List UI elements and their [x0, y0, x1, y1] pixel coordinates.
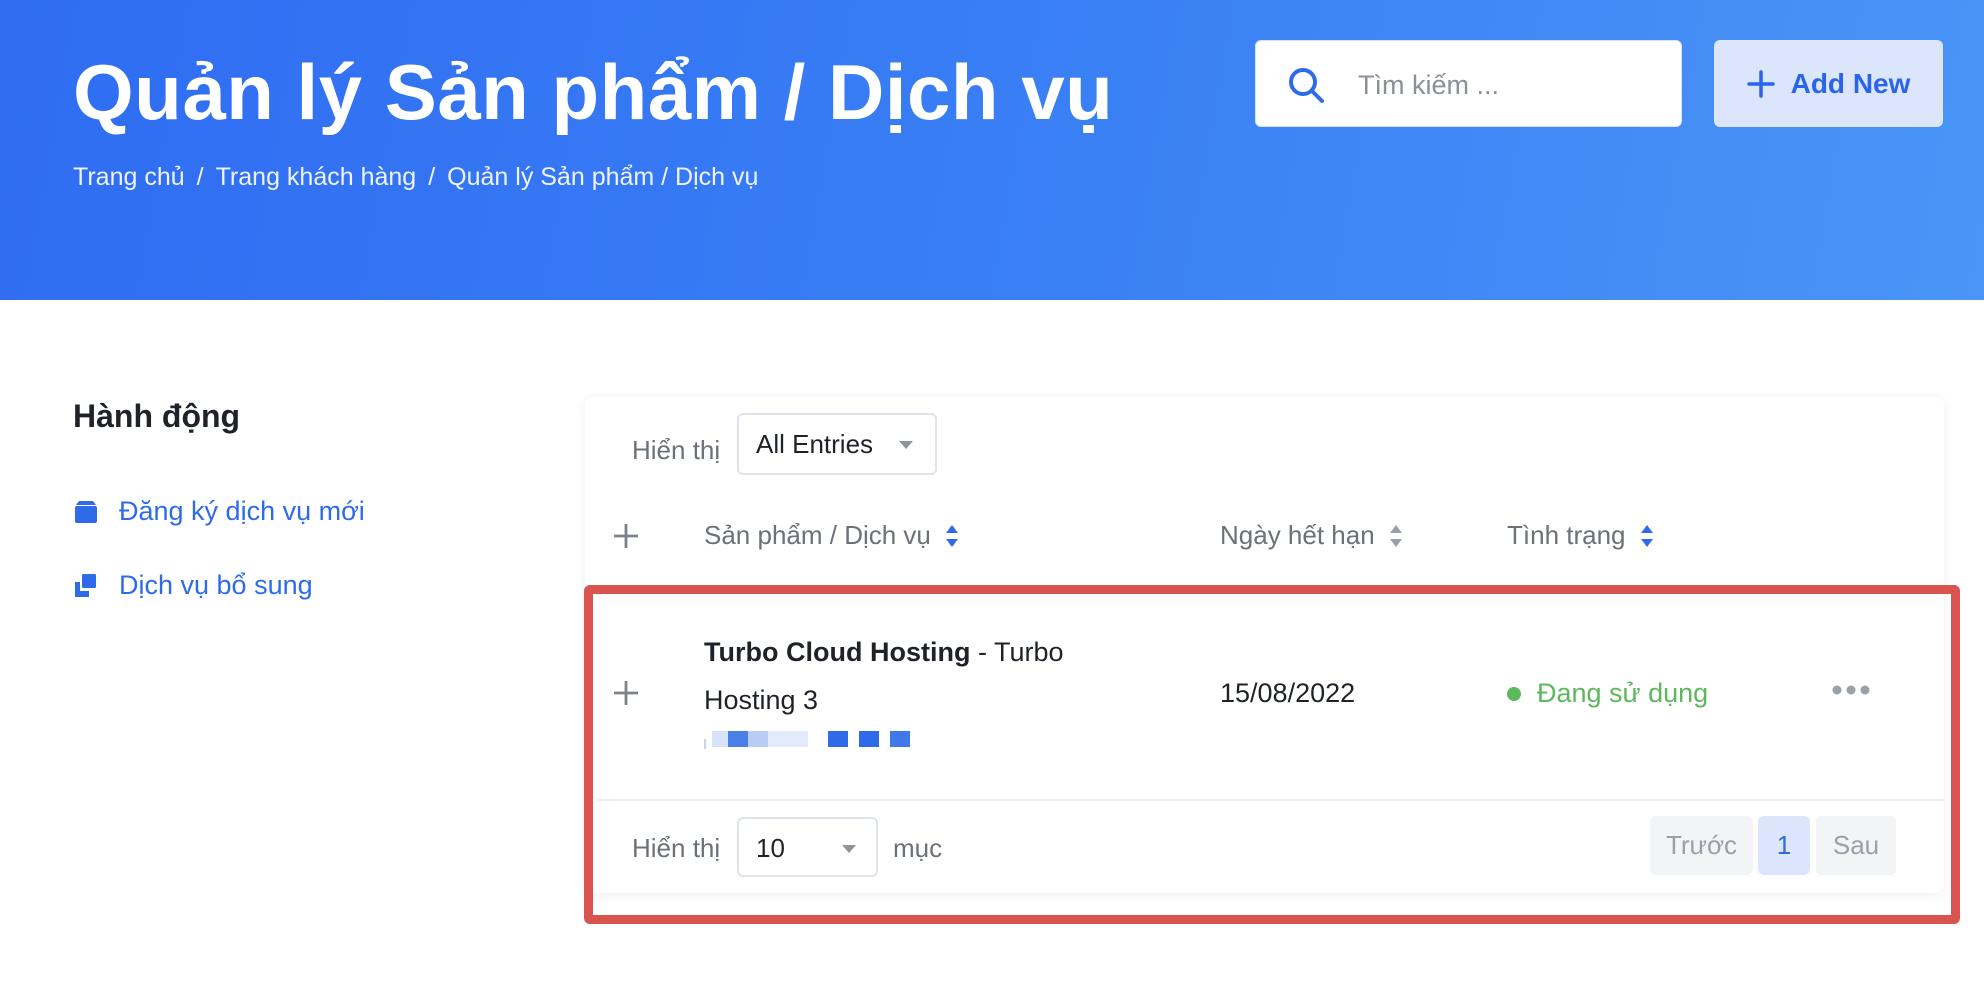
- add-new-button[interactable]: Add New: [1714, 40, 1943, 127]
- sidebar-item-addon-services[interactable]: Dịch vụ bổ sung: [73, 570, 313, 601]
- show-entries-label: Hiển thị: [632, 435, 721, 465]
- sort-icon: [945, 524, 958, 547]
- sidebar-item-label: Đăng ký dịch vụ mới: [119, 496, 365, 526]
- per-page-select[interactable]: 10: [737, 817, 878, 877]
- breadcrumb-separator: /: [196, 163, 204, 191]
- pagination-prev-button[interactable]: Trước: [1650, 816, 1753, 875]
- search-input[interactable]: [1356, 59, 1660, 111]
- table-footer-divider: [597, 799, 1944, 801]
- column-header-label: Ngày hết hạn: [1220, 520, 1375, 550]
- status-label: Đang sử dụng: [1537, 678, 1709, 708]
- sidebar-item-label: Dịch vụ bổ sung: [119, 570, 313, 600]
- per-page-unit: mục: [893, 833, 943, 863]
- search-icon[interactable]: [1286, 65, 1326, 105]
- column-header-product[interactable]: Sản phẩm / Dịch vụ: [704, 520, 959, 551]
- status-badge: Đang sử dụng: [1507, 678, 1708, 709]
- column-header-status[interactable]: Tình trạng: [1507, 520, 1654, 551]
- product-cell[interactable]: Turbo Cloud Hosting - Turbo Hosting 3: [704, 628, 1124, 724]
- pagination-next-button[interactable]: Sau: [1816, 816, 1896, 875]
- caret-down-icon: [899, 441, 913, 449]
- column-header-label: Tình trạng: [1507, 520, 1626, 550]
- pagination-page-button[interactable]: 1: [1758, 816, 1810, 875]
- status-dot-icon: [1507, 686, 1521, 701]
- plus-icon: [1746, 69, 1775, 98]
- box-icon: [75, 500, 97, 523]
- breadcrumb-separator: /: [428, 163, 436, 191]
- services-table-card: Hiển thị All Entries Sản phẩm / Dịch vụ …: [585, 396, 1944, 893]
- expand-all-icon[interactable]: [612, 522, 640, 550]
- sort-icon: [1389, 524, 1402, 547]
- layers-icon: [75, 573, 96, 597]
- product-name: Turbo Cloud Hosting: [704, 637, 971, 667]
- column-header-label: Sản phẩm / Dịch vụ: [704, 520, 931, 550]
- column-header-expiry[interactable]: Ngày hết hạn: [1220, 520, 1403, 551]
- add-new-label: Add New: [1790, 67, 1911, 99]
- breadcrumb-home[interactable]: Trang chủ: [73, 163, 185, 191]
- entries-select-value: All Entries: [756, 429, 874, 459]
- sort-icon: [1640, 524, 1653, 547]
- page-header: Quản lý Sản phẩm / Dịch vụ Trang chủ / Tra…: [0, 0, 1984, 300]
- more-options-icon[interactable]: [1831, 684, 1871, 696]
- entries-select[interactable]: All Entries: [737, 413, 937, 475]
- per-page-value: 10: [756, 833, 785, 863]
- per-page-label: Hiển thị: [632, 833, 721, 863]
- search-box[interactable]: [1255, 40, 1682, 127]
- sidebar-item-order-new-service[interactable]: Đăng ký dịch vụ mới: [73, 496, 365, 527]
- page-title: Quản lý Sản phẩm / Dịch vụ: [73, 48, 1114, 136]
- breadcrumb: Trang chủ / Trang khách hàng / Quản lý Sản p…: [73, 163, 758, 192]
- masked-domain-placeholder: [704, 731, 910, 749]
- expiry-date: 15/08/2022: [1220, 678, 1356, 708]
- actions-heading: Hành động: [73, 398, 241, 434]
- breadcrumb-client-area[interactable]: Trang khách hàng: [216, 163, 417, 191]
- expand-row-icon[interactable]: [612, 679, 640, 707]
- breadcrumb-current: Quản lý Sản phẩm / Dịch vụ: [447, 163, 759, 191]
- caret-down-icon: [842, 845, 856, 853]
